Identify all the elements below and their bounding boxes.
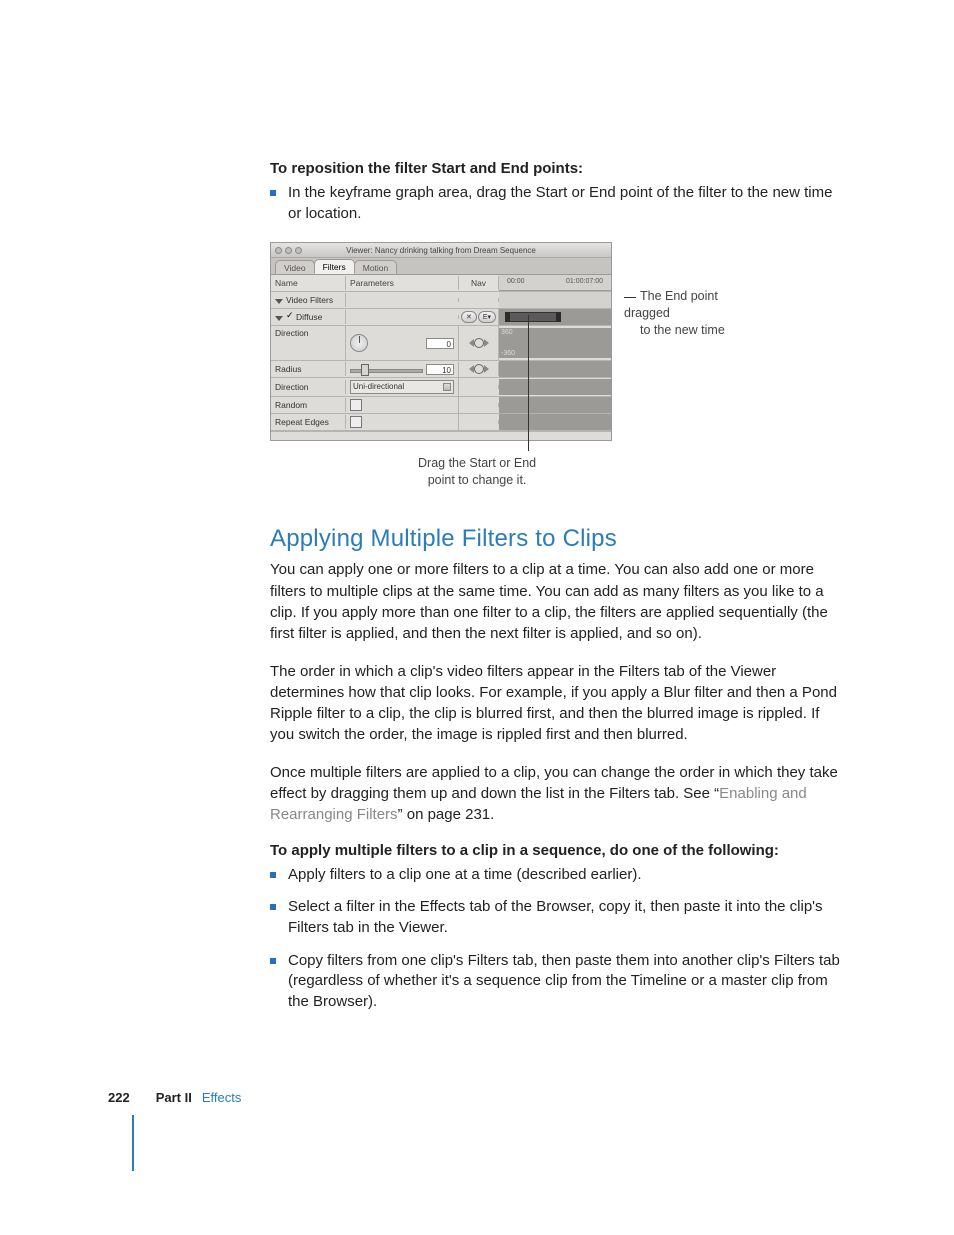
row-random: Random [271,397,611,414]
filter-start-handle[interactable] [505,312,510,322]
tabs: Video Filters Motion [271,258,611,275]
tab-motion[interactable]: Motion [354,260,398,274]
filter-range-bar[interactable] [505,312,561,322]
enable-button[interactable]: E▾ [478,311,496,323]
filter-end-handle[interactable] [556,312,561,322]
task-heading-1: To reposition the filter Start and End p… [270,160,840,177]
titlebar: Viewer: Nancy drinking talking from Drea… [271,243,611,258]
columns-header: Name Parameters Nav 00:00 01:00:07:00 [271,275,611,292]
task2-option: Apply filters to a clip one at a time (d… [270,865,840,886]
window-title: Viewer: Nancy drinking talking from Drea… [271,246,611,255]
ruler-end: 01:00:07:00 [566,278,603,285]
footer-part: Part IIEffects [156,1090,242,1105]
slider-thumb[interactable] [361,364,369,376]
task2-option: Copy filters from one clip's Filters tab… [270,951,840,1013]
direction-dropdown[interactable]: Uni-directional [350,380,454,394]
page: To reposition the filter Start and End p… [0,0,954,1235]
diffuse-graph[interactable] [499,309,611,325]
random-checkbox[interactable] [350,399,362,411]
page-footer: 222 Part IIEffects [108,1090,241,1105]
radius-value[interactable]: 10 [426,364,454,375]
ruler-start: 00:00 [507,278,525,285]
callout-leader-line [624,297,636,298]
keyframe-nav[interactable] [469,338,489,348]
timeline-ruler[interactable]: 00:00 01:00:07:00 [499,275,611,291]
figure-callout-right: The End point dragged to the new time [624,288,744,339]
video-filters-label[interactable]: Video Filters [271,293,346,307]
radius-slider[interactable] [350,364,423,374]
section-p3: Once multiple filters are applied to a c… [270,762,840,826]
next-keyframe-icon[interactable] [484,339,489,347]
angle-dial[interactable] [350,334,368,352]
page-number: 222 [108,1090,130,1105]
section-heading: Applying Multiple Filters to Clips [270,525,840,553]
row-direction2: Direction Uni-directional [271,378,611,397]
task1-steps: In the keyframe graph area, drag the Sta… [270,183,840,224]
section-p1: You can apply one or more filters to a c… [270,559,840,644]
row-repeat: Repeat Edges [271,414,611,431]
repeat-checkbox[interactable] [350,416,362,428]
direction-label: Direction [271,326,346,360]
figure-caption-below: Drag the Start or End point to change it… [418,455,536,488]
random-label: Random [271,398,346,412]
viewer-window: Viewer: Nancy drinking talking from Drea… [270,242,612,441]
direction2-label: Direction [271,380,346,394]
add-keyframe-icon[interactable] [474,364,484,374]
prev-keyframe-icon[interactable] [469,339,474,347]
row-direction: Direction 0 360 -360 [271,326,611,361]
footer-section: Effects [202,1090,242,1105]
row-radius: Radius 10 [271,361,611,378]
radius-label: Radius [271,362,346,376]
next-keyframe-icon[interactable] [484,365,489,373]
check-icon[interactable] [286,312,294,320]
scale-top: 360 [501,329,513,336]
row-video-filters: Video Filters [271,292,611,309]
prev-keyframe-icon[interactable] [469,365,474,373]
col-parameters: Parameters [346,276,459,290]
tab-video[interactable]: Video [275,260,315,274]
repeat-label: Repeat Edges [271,415,346,429]
task1-step: In the keyframe graph area, drag the Sta… [270,183,840,224]
col-name: Name [271,276,346,290]
direction-value[interactable]: 0 [426,338,454,349]
disclosure-triangle-icon[interactable] [275,299,283,304]
add-keyframe-icon[interactable] [474,338,484,348]
keyframe-nav[interactable] [469,364,489,374]
tab-filters[interactable]: Filters [314,259,355,274]
row-diffuse: Diffuse ✕ E▾ [271,309,611,326]
task-heading-2: To apply multiple filters to a clip in a… [270,842,840,859]
section-p2: The order in which a clip's video filter… [270,661,840,746]
reset-button[interactable]: ✕ [461,311,477,323]
disclosure-triangle-icon[interactable] [275,316,283,321]
figure: Viewer: Nancy drinking talking from Drea… [270,242,840,481]
scale-bottom: -360 [501,350,515,357]
direction-graph[interactable]: 360 -360 [499,328,611,358]
caption-leader-line [528,315,529,451]
col-nav: Nav [459,276,499,290]
radius-graph[interactable] [499,361,611,377]
footer-rule [132,1115,134,1171]
task2-options: Apply filters to a clip one at a time (d… [270,865,840,1013]
diffuse-label[interactable]: Diffuse [271,310,346,324]
task2-option: Select a filter in the Effects tab of th… [270,897,840,938]
